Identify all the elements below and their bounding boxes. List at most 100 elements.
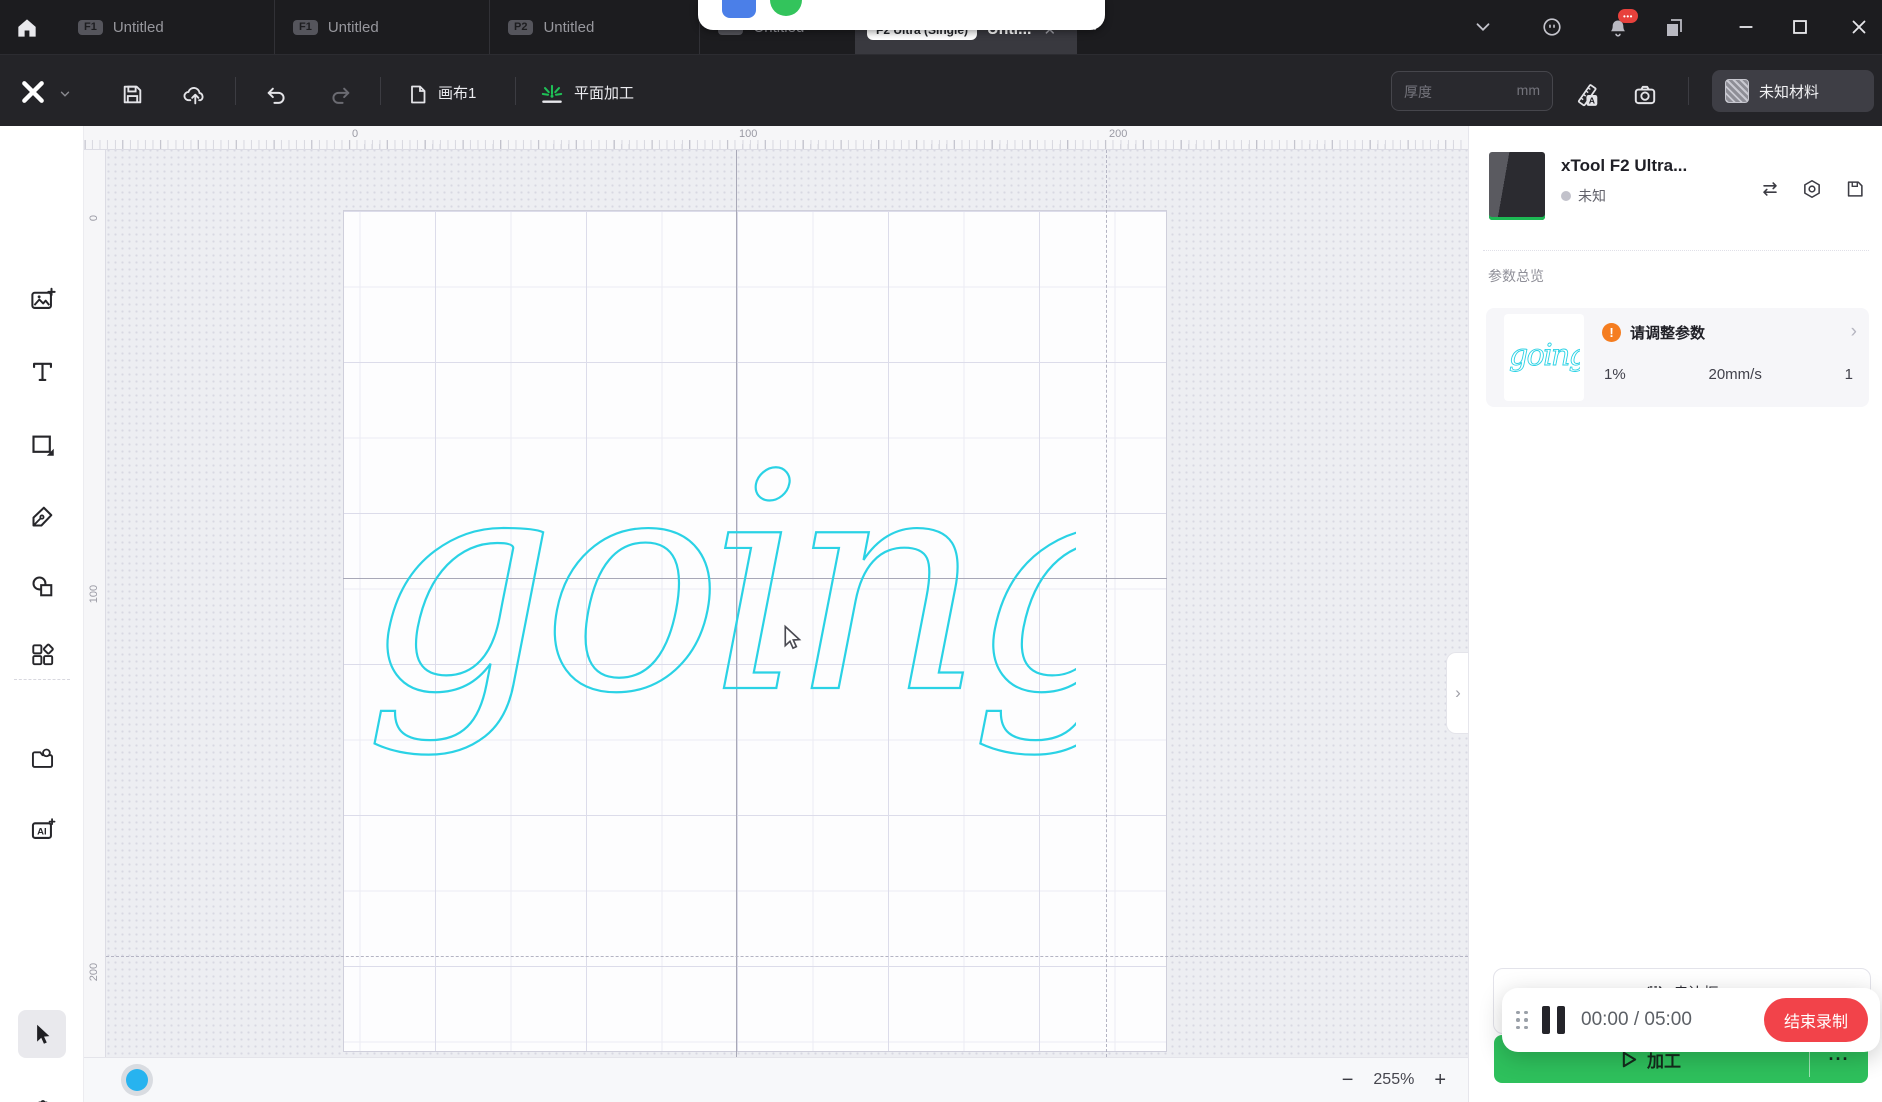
drag-handle-icon[interactable]	[1516, 1011, 1528, 1030]
passes-value: 1	[1845, 366, 1853, 383]
workspace-statusbar: − 255% +	[84, 1057, 1468, 1102]
projects-tool[interactable]	[18, 734, 66, 782]
boolean-shapes-tool[interactable]	[18, 562, 66, 610]
tab-untitled-2[interactable]: F1 Untitled	[275, 0, 490, 54]
hand-tool[interactable]	[18, 1084, 66, 1102]
canvas-name-label[interactable]: 画布1	[438, 82, 476, 103]
tab-untitled-1[interactable]: F1 Untitled	[60, 0, 275, 54]
connection-status-dot[interactable]	[126, 1069, 148, 1091]
screen-share-overlay	[698, 0, 1105, 30]
close-button[interactable]	[1848, 16, 1870, 38]
home-button[interactable]	[14, 15, 40, 41]
redo-button[interactable]	[328, 83, 353, 108]
ruler-label: 200	[88, 957, 100, 987]
process-mode-label[interactable]: 平面加工	[574, 82, 634, 103]
thickness-input[interactable]	[1402, 76, 1506, 108]
document-icon	[406, 82, 430, 107]
design-object-going[interactable]: going	[360, 452, 1076, 804]
tab-label: Untitled	[328, 19, 379, 36]
svg-text:A: A	[1589, 96, 1596, 106]
parameter-card[interactable]: going ! 请调整参数 › 1% 20mm/s 1	[1486, 308, 1869, 407]
canvas-page-button[interactable]	[406, 82, 430, 107]
tab-label: Untitled	[113, 19, 164, 36]
ruler-label: 100	[88, 579, 100, 609]
edge-guide-horizontal	[106, 956, 1468, 957]
status-circle-icon[interactable]	[1541, 16, 1563, 38]
recording-widget: 00:00 / 05:00 结束录制	[1502, 988, 1880, 1052]
design-text: going	[364, 452, 1076, 759]
select-tool[interactable]	[18, 1010, 66, 1058]
tab-untitled-3[interactable]: P2 Untitled	[490, 0, 700, 54]
minimize-button[interactable]	[1735, 16, 1757, 38]
object-thumbnail: going	[1504, 314, 1584, 401]
elements-tool[interactable]	[18, 630, 66, 678]
text-icon	[29, 358, 56, 385]
device-name: xTool F2 Ultra...	[1561, 156, 1687, 176]
material-label: 未知材料	[1759, 81, 1819, 102]
chevron-right-icon[interactable]: ›	[1851, 321, 1857, 343]
rectangle-icon	[29, 431, 56, 458]
camera-capture-button[interactable]	[1632, 82, 1658, 108]
tab-badge: F1	[293, 20, 318, 35]
ai-image-icon: AI	[29, 816, 56, 843]
logo-chevron-down-icon[interactable]	[58, 87, 72, 101]
ruler-label: 0	[352, 128, 358, 140]
toolbar-separator	[380, 77, 381, 105]
pen-icon	[29, 503, 56, 530]
home-icon	[14, 15, 40, 41]
svg-text:AI: AI	[37, 826, 47, 837]
text-tool[interactable]	[18, 347, 66, 395]
pause-recording-button[interactable]	[1542, 1006, 1565, 1034]
transfer-arrows-icon	[1759, 178, 1781, 200]
maximize-button[interactable]	[1789, 16, 1811, 38]
vector-pen-tool[interactable]	[18, 492, 66, 540]
overlay-green-icon	[770, 0, 802, 16]
params-section-title: 参数总览	[1488, 266, 1544, 286]
combine-shapes-icon	[29, 573, 56, 600]
zoom-controls: − 255% +	[1342, 1070, 1446, 1090]
multi-window-icon[interactable]	[1662, 16, 1684, 38]
stop-recording-button[interactable]: 结束录制	[1764, 998, 1868, 1042]
device-status: 未知	[1561, 186, 1606, 206]
folder-projects-icon	[29, 745, 56, 772]
add-image-icon	[29, 286, 56, 313]
undo-button[interactable]	[264, 83, 289, 108]
zoom-out-button[interactable]: −	[1342, 1070, 1354, 1090]
tabbar-chevron-down-icon[interactable]	[1472, 16, 1494, 38]
add-image-tool[interactable]	[18, 275, 66, 323]
warning-row: ! 请调整参数	[1602, 322, 1705, 343]
device-panel: xTool F2 Ultra... 未知 参数总览 going ! 请调整参数	[1468, 126, 1882, 1102]
file-icon	[1844, 178, 1866, 200]
ruler-label: 0	[88, 203, 100, 233]
switch-device-button[interactable]	[1759, 178, 1781, 200]
process-mode-button[interactable]	[538, 81, 566, 108]
play-icon	[1622, 1051, 1637, 1068]
zoom-level-label[interactable]: 255%	[1373, 1071, 1414, 1089]
warning-label: 请调整参数	[1630, 322, 1705, 343]
warning-icon: !	[1602, 323, 1621, 342]
ruler-horizontal: 0 100 200	[84, 126, 1468, 150]
canvas-workspace[interactable]: 0 100 200 0 100 200 going › − 2	[84, 126, 1468, 1102]
shape-tool[interactable]	[18, 420, 66, 468]
xcs-logo[interactable]	[20, 79, 46, 105]
device-status-label: 未知	[1578, 186, 1606, 206]
toolbar-separator	[235, 77, 236, 105]
device-file-button[interactable]	[1844, 178, 1866, 200]
sidebar-divider	[14, 679, 70, 680]
thumbnail-text: going	[1509, 341, 1580, 373]
parameter-values: 1% 20mm/s 1	[1604, 366, 1853, 383]
thickness-unit-label: mm	[1517, 82, 1540, 98]
overlay-blue-icon	[722, 0, 756, 18]
device-settings-button[interactable]	[1801, 178, 1823, 200]
zoom-in-button[interactable]: +	[1434, 1070, 1446, 1090]
panel-collapse-handle[interactable]: ›	[1446, 652, 1468, 734]
thickness-field: mm	[1391, 71, 1553, 111]
chevron-right-icon: ›	[1455, 683, 1461, 703]
notifications-bell-icon[interactable]: •••	[1606, 16, 1628, 38]
cloud-upload-button[interactable]	[182, 82, 209, 107]
measure-thickness-button[interactable]: A	[1574, 82, 1600, 108]
ai-image-tool[interactable]: AI	[18, 805, 66, 853]
material-button[interactable]: 未知材料	[1712, 70, 1874, 112]
elements-icon	[29, 641, 56, 668]
save-button[interactable]	[120, 82, 145, 107]
